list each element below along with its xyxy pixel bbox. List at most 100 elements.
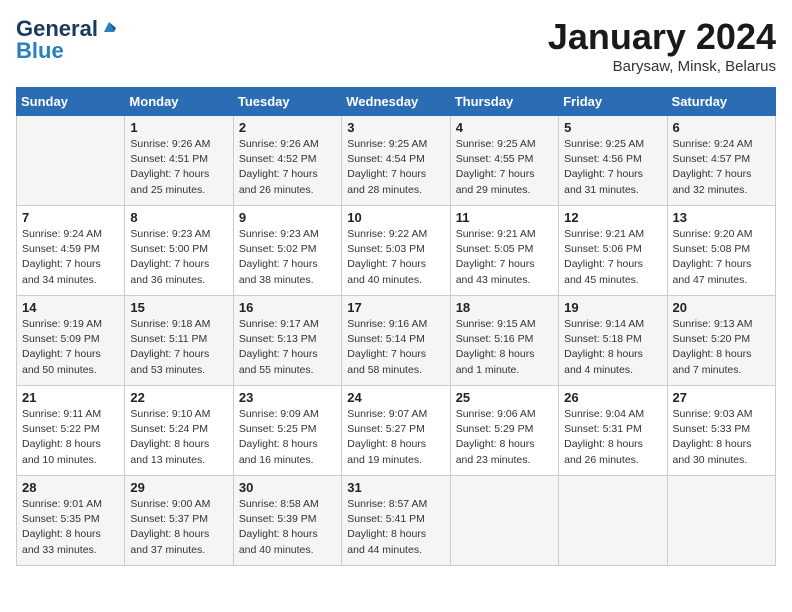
day-number: 29 [130, 480, 227, 495]
day-info: Sunrise: 9:13 AMSunset: 5:20 PMDaylight:… [673, 317, 770, 378]
week-row-5: 28 Sunrise: 9:01 AMSunset: 5:35 PMDayligh… [17, 476, 776, 566]
calendar-cell: 6 Sunrise: 9:24 AMSunset: 4:57 PMDaylight… [667, 116, 775, 206]
day-number: 22 [130, 390, 227, 405]
day-info: Sunrise: 9:25 AMSunset: 4:55 PMDaylight:… [456, 137, 553, 198]
day-info: Sunrise: 9:21 AMSunset: 5:05 PMDaylight:… [456, 227, 553, 288]
day-info: Sunrise: 9:21 AMSunset: 5:06 PMDaylight:… [564, 227, 661, 288]
day-info: Sunrise: 9:25 AMSunset: 4:54 PMDaylight:… [347, 137, 444, 198]
calendar-cell: 19Sunrise: 9:14 AMSunset: 5:18 PMDayligh… [559, 296, 667, 386]
day-info: Sunrise: 8:58 AMSunset: 5:39 PMDaylight:… [239, 497, 336, 558]
day-info: Sunrise: 9:18 AMSunset: 5:11 PMDaylight:… [130, 317, 227, 378]
calendar-cell [559, 476, 667, 566]
calendar-cell: 27 Sunrise: 9:03 AMSunset: 5:33 PMDayligh… [667, 386, 775, 476]
calendar-cell: 7 Sunrise: 9:24 AMSunset: 4:59 PMDaylight… [17, 206, 125, 296]
calendar-cell: 4 Sunrise: 9:25 AMSunset: 4:55 PMDaylight… [450, 116, 558, 206]
day-number: 13 [673, 210, 770, 225]
day-number: 16 [239, 300, 336, 315]
day-number: 20 [673, 300, 770, 315]
day-number: 8 [130, 210, 227, 225]
day-info: Sunrise: 9:16 AMSunset: 5:14 PMDaylight:… [347, 317, 444, 378]
header-day-friday: Friday [559, 88, 667, 116]
day-info: Sunrise: 9:26 AMSunset: 4:51 PMDaylight:… [130, 137, 227, 198]
day-info: Sunrise: 9:04 AMSunset: 5:31 PMDaylight:… [564, 407, 661, 468]
day-number: 28 [22, 480, 119, 495]
day-info: Sunrise: 9:10 AMSunset: 5:24 PMDaylight:… [130, 407, 227, 468]
day-number: 15 [130, 300, 227, 315]
day-info: Sunrise: 9:19 AMSunset: 5:09 PMDaylight:… [22, 317, 119, 378]
logo-icon [100, 18, 118, 36]
day-info: Sunrise: 9:11 AMSunset: 5:22 PMDaylight:… [22, 407, 119, 468]
calendar-cell: 5 Sunrise: 9:25 AMSunset: 4:56 PMDaylight… [559, 116, 667, 206]
title-area: January 2024 Barysaw, Minsk, Belarus [548, 16, 776, 75]
calendar-cell: 21 Sunrise: 9:11 AMSunset: 5:22 PMDayligh… [17, 386, 125, 476]
calendar-cell: 8Sunrise: 9:23 AMSunset: 5:00 PMDaylight… [125, 206, 233, 296]
logo: General Blue [16, 16, 118, 64]
day-info: Sunrise: 9:01 AMSunset: 5:35 PMDaylight:… [22, 497, 119, 558]
calendar-cell: 3 Sunrise: 9:25 AMSunset: 4:54 PMDaylight… [342, 116, 450, 206]
day-info: Sunrise: 9:25 AMSunset: 4:56 PMDaylight:… [564, 137, 661, 198]
calendar-table: SundayMondayTuesdayWednesdayThursdayFrid… [16, 87, 776, 566]
calendar-cell: 1 Sunrise: 9:26 AMSunset: 4:51 PMDaylight… [125, 116, 233, 206]
day-info: Sunrise: 9:23 AMSunset: 5:02 PMDaylight:… [239, 227, 336, 288]
day-number: 21 [22, 390, 119, 405]
day-number: 24 [347, 390, 444, 405]
calendar-cell [450, 476, 558, 566]
day-number: 2 [239, 120, 336, 135]
week-row-1: 1 Sunrise: 9:26 AMSunset: 4:51 PMDaylight… [17, 116, 776, 206]
calendar-cell: 29 Sunrise: 9:00 AMSunset: 5:37 PMDayligh… [125, 476, 233, 566]
day-number: 1 [130, 120, 227, 135]
calendar-cell: 2Sunrise: 9:26 AMSunset: 4:52 PMDaylight… [233, 116, 341, 206]
calendar-cell: 31Sunrise: 8:57 AMSunset: 5:41 PMDayligh… [342, 476, 450, 566]
header-day-sunday: Sunday [17, 88, 125, 116]
day-info: Sunrise: 9:14 AMSunset: 5:18 PMDaylight:… [564, 317, 661, 378]
month-title: January 2024 [548, 16, 776, 58]
day-info: Sunrise: 9:20 AMSunset: 5:08 PMDaylight:… [673, 227, 770, 288]
header-day-monday: Monday [125, 88, 233, 116]
calendar-cell: 18 Sunrise: 9:15 AMSunset: 5:16 PMDayligh… [450, 296, 558, 386]
calendar-cell: 24 Sunrise: 9:07 AMSunset: 5:27 PMDayligh… [342, 386, 450, 476]
calendar-cell: 12Sunrise: 9:21 AMSunset: 5:06 PMDayligh… [559, 206, 667, 296]
day-number: 7 [22, 210, 119, 225]
calendar-cell [17, 116, 125, 206]
day-info: Sunrise: 9:03 AMSunset: 5:33 PMDaylight:… [673, 407, 770, 468]
header-day-saturday: Saturday [667, 88, 775, 116]
week-row-3: 14 Sunrise: 9:19 AMSunset: 5:09 PMDayligh… [17, 296, 776, 386]
day-number: 6 [673, 120, 770, 135]
week-row-2: 7 Sunrise: 9:24 AMSunset: 4:59 PMDaylight… [17, 206, 776, 296]
day-info: Sunrise: 9:24 AMSunset: 4:59 PMDaylight:… [22, 227, 119, 288]
location-subtitle: Barysaw, Minsk, Belarus [548, 58, 776, 75]
calendar-cell: 26Sunrise: 9:04 AMSunset: 5:31 PMDayligh… [559, 386, 667, 476]
calendar-cell [667, 476, 775, 566]
header-day-thursday: Thursday [450, 88, 558, 116]
day-number: 17 [347, 300, 444, 315]
day-info: Sunrise: 9:07 AMSunset: 5:27 PMDaylight:… [347, 407, 444, 468]
day-info: Sunrise: 9:15 AMSunset: 5:16 PMDaylight:… [456, 317, 553, 378]
calendar-cell: 14 Sunrise: 9:19 AMSunset: 5:09 PMDayligh… [17, 296, 125, 386]
day-number: 3 [347, 120, 444, 135]
day-info: Sunrise: 9:22 AMSunset: 5:03 PMDaylight:… [347, 227, 444, 288]
day-info: Sunrise: 8:57 AMSunset: 5:41 PMDaylight:… [347, 497, 444, 558]
day-info: Sunrise: 9:00 AMSunset: 5:37 PMDaylight:… [130, 497, 227, 558]
header-row: SundayMondayTuesdayWednesdayThursdayFrid… [17, 88, 776, 116]
day-number: 11 [456, 210, 553, 225]
calendar-cell: 15 Sunrise: 9:18 AMSunset: 5:11 PMDayligh… [125, 296, 233, 386]
calendar-cell: 23Sunrise: 9:09 AMSunset: 5:25 PMDayligh… [233, 386, 341, 476]
day-number: 18 [456, 300, 553, 315]
calendar-cell: 9 Sunrise: 9:23 AMSunset: 5:02 PMDaylight… [233, 206, 341, 296]
calendar-cell: 25 Sunrise: 9:06 AMSunset: 5:29 PMDayligh… [450, 386, 558, 476]
calendar-cell: 13 Sunrise: 9:20 AMSunset: 5:08 PMDayligh… [667, 206, 775, 296]
day-info: Sunrise: 9:06 AMSunset: 5:29 PMDaylight:… [456, 407, 553, 468]
calendar-cell: 16Sunrise: 9:17 AMSunset: 5:13 PMDayligh… [233, 296, 341, 386]
header: General Blue January 2024 Barysaw, Minsk… [16, 16, 776, 75]
day-number: 14 [22, 300, 119, 315]
day-number: 5 [564, 120, 661, 135]
day-number: 27 [673, 390, 770, 405]
calendar-cell: 17 Sunrise: 9:16 AMSunset: 5:14 PMDayligh… [342, 296, 450, 386]
day-number: 25 [456, 390, 553, 405]
header-day-tuesday: Tuesday [233, 88, 341, 116]
week-row-4: 21 Sunrise: 9:11 AMSunset: 5:22 PMDayligh… [17, 386, 776, 476]
day-number: 4 [456, 120, 553, 135]
day-number: 9 [239, 210, 336, 225]
day-info: Sunrise: 9:24 AMSunset: 4:57 PMDaylight:… [673, 137, 770, 198]
calendar-cell: 10Sunrise: 9:22 AMSunset: 5:03 PMDayligh… [342, 206, 450, 296]
